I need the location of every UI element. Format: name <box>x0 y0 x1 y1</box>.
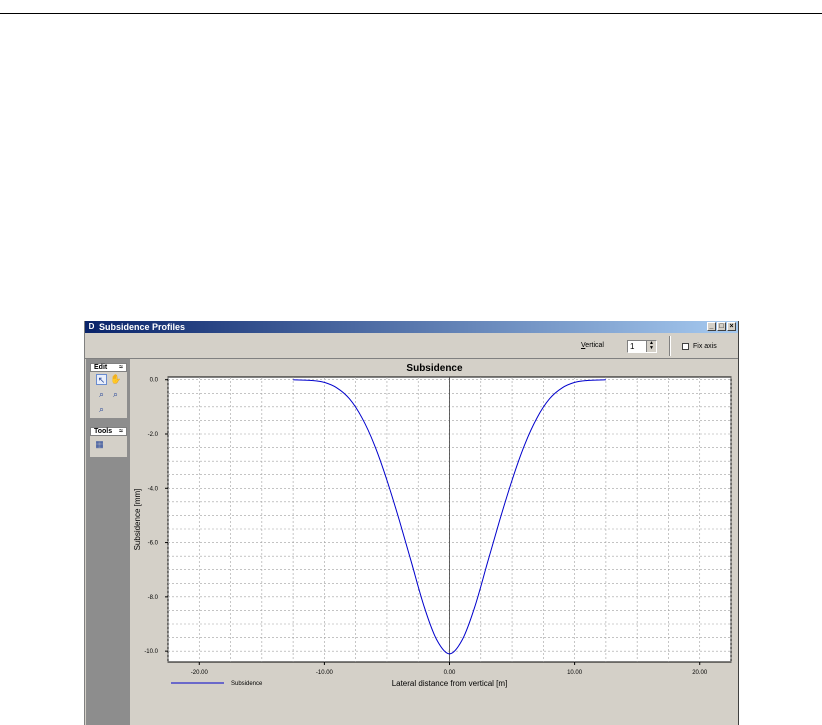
tools-group-title: Tools <box>94 428 113 435</box>
y-tick-label: -8.0 <box>148 595 159 601</box>
maximize-button[interactable]: □ <box>717 322 726 331</box>
title-bar[interactable]: D Subsidence Profiles _ □ × <box>85 321 738 333</box>
x-tick-label: 10.00 <box>567 670 583 676</box>
y-tick-label: -4.0 <box>148 486 159 492</box>
y-tick-label: -6.0 <box>148 541 159 547</box>
edit-group-title: Edit <box>94 364 108 371</box>
zoom-in-icon[interactable]: ⌕ <box>96 389 107 400</box>
edit-group: Edit ≈ ↖ ✋ ⌕ ⌕ ⌕ <box>90 363 127 418</box>
pan-hand-icon[interactable]: ✋ <box>110 374 121 385</box>
vertical-spinner[interactable]: 1 ▲ ▼ <box>627 340 657 353</box>
y-axis-label: Subsidence [mm] <box>133 489 142 551</box>
chart-area: Subsidence -20.00 -10.00 0.00 10.00 20.00 0.0… <box>131 359 738 725</box>
fix-axis-label[interactable]: Fix axis <box>693 343 717 350</box>
x-tick-label: 0.00 <box>444 670 456 676</box>
zoom-out-icon[interactable]: ⌕ <box>110 389 121 400</box>
x-axis-label: Lateral distance from vertical [m] <box>392 679 508 688</box>
tool-panel: Edit ≈ ↖ ✋ ⌕ ⌕ ⌕ Tools ≈ ▦ <box>86 359 130 725</box>
window-title: Subsidence Profiles <box>99 322 186 332</box>
vertical-value[interactable]: 1 <box>630 342 634 351</box>
collapse-icon[interactable]: ≈ <box>119 428 123 435</box>
x-tick-label: -10.00 <box>316 670 334 676</box>
y-tick-label: -10.0 <box>144 649 158 655</box>
app-icon: D <box>87 322 96 332</box>
collapse-icon[interactable]: ≈ <box>119 364 123 371</box>
chart-properties-icon[interactable]: ▦ <box>94 439 105 450</box>
subsidence-chart[interactable]: -20.00 -10.00 0.00 10.00 20.00 0.0 -2.0 -4.0 -6.… <box>131 359 738 725</box>
x-tick-label: 20.00 <box>692 670 708 676</box>
select-pointer-icon[interactable]: ↖ <box>96 374 107 385</box>
legend-label-subsidence: Subsidence <box>231 681 263 687</box>
x-tick-label: -20.00 <box>191 670 209 676</box>
zoom-reset-icon[interactable]: ⌕ <box>96 404 107 415</box>
tools-group: Tools ≈ ▦ <box>90 427 127 457</box>
edit-group-header[interactable]: Edit ≈ <box>90 363 127 372</box>
subsidence-profiles-window: D Subsidence Profiles _ □ × Vertical 1 ▲… <box>84 321 739 725</box>
tools-group-header[interactable]: Tools ≈ <box>90 427 127 436</box>
fix-axis-checkbox[interactable] <box>682 343 689 350</box>
options-toolbar: Vertical 1 ▲ ▼ Fix axis <box>85 334 738 359</box>
spinner-arrows[interactable]: ▲ ▼ <box>646 341 656 352</box>
y-tick-label: 0.0 <box>150 378 159 384</box>
minimize-button[interactable]: _ <box>707 322 716 331</box>
y-tick-label: -2.0 <box>148 432 159 438</box>
page-top-rule <box>0 13 822 14</box>
close-button[interactable]: × <box>727 322 736 331</box>
window-controls: _ □ × <box>707 322 736 332</box>
vertical-label: Vertical <box>581 342 604 349</box>
toolbar-separator <box>669 336 671 356</box>
